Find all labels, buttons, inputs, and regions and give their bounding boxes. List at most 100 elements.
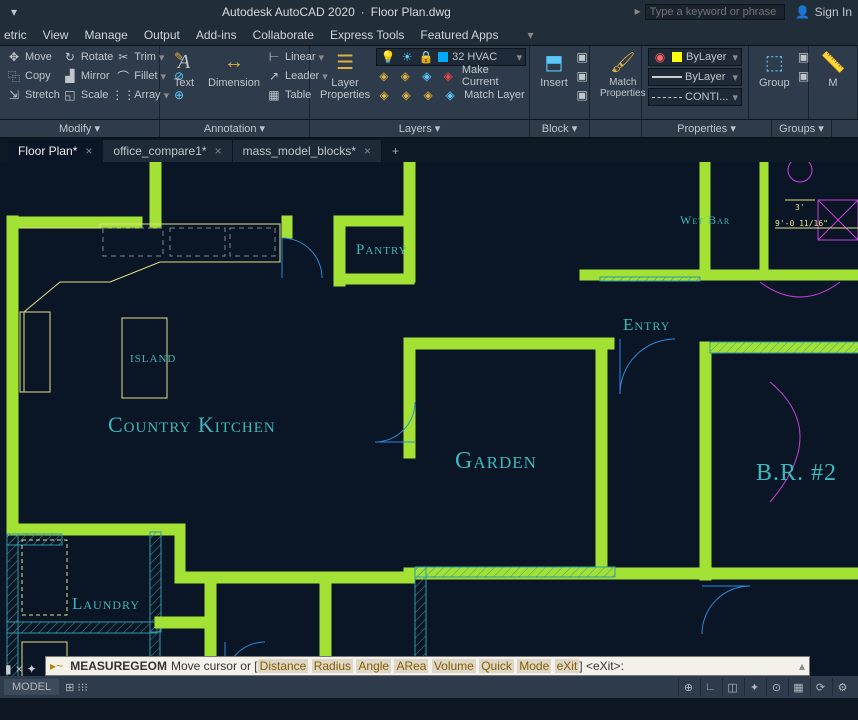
title-bar: ▾ Autodesk AutoCAD 2020 · Floor Plan.dwg…	[0, 0, 858, 24]
layer-tool-icon[interactable]: ◈	[398, 87, 414, 103]
menu-item[interactable]: View	[43, 28, 69, 42]
cmd-stretch[interactable]: ⇲Stretch	[6, 86, 60, 104]
chevron-icon: ▮	[5, 662, 12, 676]
cmd-rotate[interactable]: ↻Rotate	[62, 48, 113, 66]
file-tab[interactable]: mass_model_blocks*×	[233, 140, 382, 162]
menu-item[interactable]: Output	[144, 28, 180, 42]
wand-icon: ✦	[27, 662, 37, 676]
fillet-icon: ⌒	[115, 68, 131, 84]
command-name: MEASUREGEOM	[70, 659, 167, 673]
cmd-text[interactable]: AText	[166, 48, 202, 89]
drawing-canvas[interactable]: Country Kitchen Pantry Garden Entry ISLA…	[0, 162, 858, 698]
ribbon-labels: Modify ▾ Annotation ▾ Layers ▾ Block ▾ P…	[0, 120, 858, 138]
status-icon[interactable]: ◫	[722, 678, 742, 696]
status-icon[interactable]: ✦	[744, 678, 764, 696]
ribbon-panel-block: ⬒Insert ▣ ▣ ▣	[530, 46, 590, 119]
block-icon: ▣	[574, 68, 590, 84]
room-label: Entry	[623, 315, 670, 334]
panel-label[interactable]: Properties ▾	[642, 120, 772, 137]
cmd-make-current[interactable]: Make Current	[462, 64, 526, 88]
status-icon[interactable]: ⊕	[678, 678, 698, 696]
color-dropdown[interactable]: ◉ByLayer▾	[648, 48, 742, 66]
cmd-insert[interactable]: ⬒Insert	[536, 48, 572, 89]
lock-icon: 🔒	[418, 49, 434, 65]
menu-expand-icon[interactable]: ▾	[522, 27, 538, 43]
layer-tool-icon[interactable]: ◈	[420, 87, 436, 103]
cmd-copy[interactable]: ⿻Copy	[6, 67, 60, 85]
scale-icon: ◱	[62, 87, 78, 103]
command-line[interactable]: ▸~ MEASUREGEOM Move cursor or [ Distance…	[45, 656, 810, 676]
panel-label[interactable]: Groups ▾	[772, 120, 832, 137]
cmd-match-layer[interactable]: Match Layer	[464, 89, 525, 101]
stretch-icon: ⇲	[6, 87, 22, 103]
grid-icon[interactable]: ⊞ ⁝⁝⁝	[65, 681, 88, 694]
doc-name: Floor Plan.dwg	[371, 5, 451, 19]
trim-icon: ✂	[115, 49, 131, 65]
menu-item[interactable]: Collaborate	[253, 28, 314, 42]
insert-icon: ⬒	[540, 48, 568, 76]
new-tab[interactable]: +	[382, 140, 409, 162]
menu-item[interactable]: Add-ins	[196, 28, 237, 42]
cmd-scale[interactable]: ◱Scale	[62, 86, 113, 104]
layer-tool-icon[interactable]: ◈	[440, 68, 455, 84]
ribbon-overflow: 📏M	[809, 46, 858, 119]
menu-item[interactable]: Express Tools	[330, 28, 404, 42]
file-tab[interactable]: Floor Plan*×	[8, 140, 103, 162]
status-icon[interactable]: ⚙	[832, 678, 852, 696]
cmd-mirror[interactable]: ▟Mirror	[62, 67, 113, 85]
close-icon[interactable]: ×	[215, 144, 222, 158]
dimension-icon: ↔	[220, 48, 248, 76]
file-tab[interactable]: office_compare1*×	[103, 140, 232, 162]
color-wheel-icon: ◉	[652, 49, 668, 65]
block-tool[interactable]: ▣	[574, 67, 590, 85]
layer-tool-icon[interactable]: ◈	[376, 87, 392, 103]
block-tool[interactable]: ▣	[574, 86, 590, 104]
close-icon[interactable]: ×	[16, 662, 23, 676]
panel-label[interactable]: Annotation ▾	[160, 120, 310, 137]
room-label: Country Kitchen	[108, 412, 276, 437]
status-icon[interactable]: ∟	[700, 678, 720, 696]
cmd-history-toggle[interactable]: ▮ × ✦	[5, 662, 37, 676]
layer-tool-icon[interactable]: ◈	[398, 68, 413, 84]
status-icon[interactable]: ▦	[788, 678, 808, 696]
leader-icon: ↗	[266, 68, 282, 84]
model-space-toggle[interactable]: MODEL	[4, 679, 59, 695]
menu-item[interactable]: Featured Apps	[420, 28, 498, 42]
close-icon[interactable]: ×	[85, 144, 92, 158]
layer-tool-icon[interactable]: ◈	[376, 68, 391, 84]
table-icon: ▦	[266, 87, 282, 103]
chevron-up-icon[interactable]: ▴	[799, 659, 805, 673]
layer-tool-icon[interactable]: ◈	[442, 87, 458, 103]
ribbon-panel-modify: ✥Move ⿻Copy ⇲Stretch ↻Rotate ▟Mirror ◱Sc…	[0, 46, 160, 119]
menu-bar: etric View Manage Output Add-ins Collabo…	[0, 24, 858, 46]
cmd-layer-props[interactable]: ☰Layer Properties	[316, 48, 374, 101]
group-icon: ⬚	[760, 48, 788, 76]
ribbon-panel-properties: ◉ByLayer▾ ByLayer▾ CONTI...▾	[642, 46, 749, 119]
ribbon-panel-layers: ☰Layer Properties 💡 ☀ 🔒 32 HVAC ▾ ◈ ◈ ◈ …	[310, 46, 530, 119]
app-menu-icon[interactable]: ▾	[6, 4, 22, 20]
status-icon[interactable]: ⊙	[766, 678, 786, 696]
cmd-move[interactable]: ✥Move	[6, 48, 60, 66]
lineweight-dropdown[interactable]: ByLayer▾	[648, 68, 742, 86]
file-tabs: Floor Plan*× office_compare1*× mass_mode…	[0, 138, 858, 162]
block-tool[interactable]: ▣	[574, 48, 590, 66]
cmd-group[interactable]: ⬚Group	[755, 48, 794, 89]
cmd-dimension[interactable]: ↔Dimension	[204, 48, 264, 89]
layer-tool-icon[interactable]: ◈	[419, 68, 434, 84]
move-icon: ✥	[6, 49, 22, 65]
status-icon[interactable]: ⟳	[810, 678, 830, 696]
array-icon: ⋮⋮	[115, 87, 131, 103]
menu-item[interactable]: Manage	[84, 28, 127, 42]
layer-name: 32 HVAC	[452, 51, 497, 63]
panel-label[interactable]: Block ▾	[530, 120, 590, 137]
search-input[interactable]	[645, 4, 785, 20]
user-icon[interactable]: 👤	[795, 4, 811, 20]
cmd-measure[interactable]: 📏M	[815, 48, 851, 89]
linetype-dropdown[interactable]: CONTI...▾	[648, 88, 742, 106]
close-icon[interactable]: ×	[364, 144, 371, 158]
menu-item[interactable]: etric	[4, 28, 27, 42]
signin-link[interactable]: Sign In	[815, 5, 852, 19]
panel-label[interactable]: Modify ▾	[0, 120, 160, 137]
status-bar: MODEL ⊞ ⁝⁝⁝ ⊕ ∟ ◫ ✦ ⊙ ▦ ⟳ ⚙	[0, 676, 858, 698]
panel-label[interactable]: Layers ▾	[310, 120, 530, 137]
